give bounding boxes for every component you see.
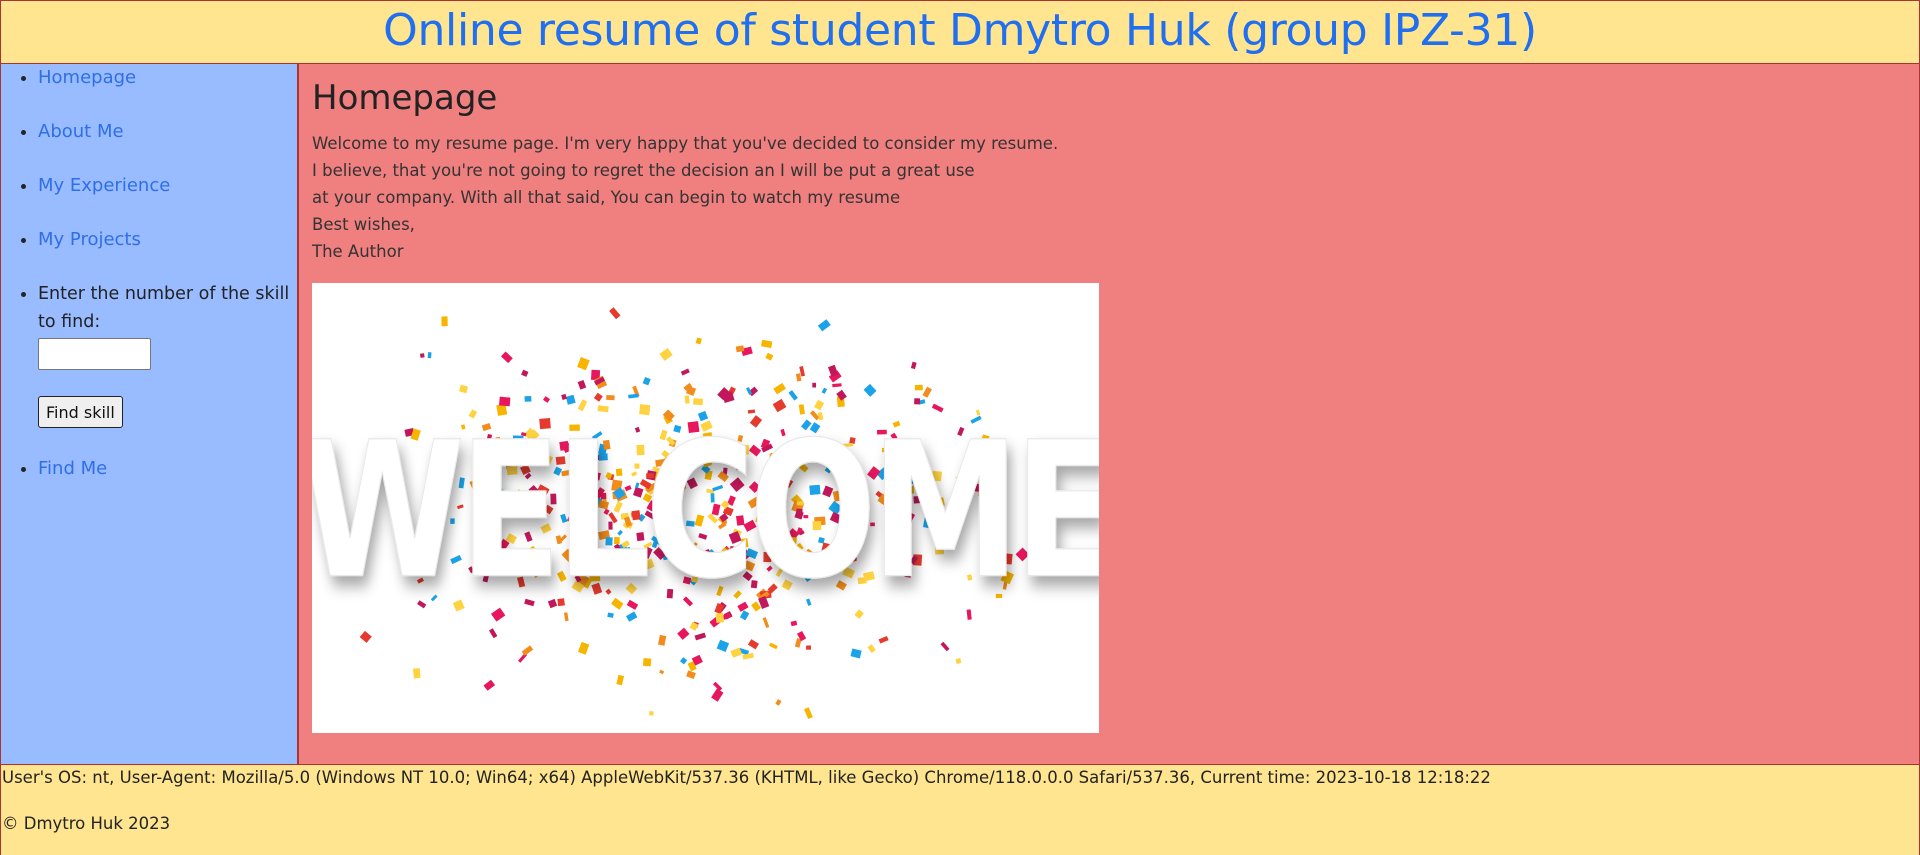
confetti-piece <box>940 641 950 652</box>
confetti-piece <box>821 387 828 394</box>
confetti-piece <box>760 339 773 349</box>
confetti-piece <box>804 707 813 720</box>
sidebar-item-homepage: Homepage <box>38 64 297 91</box>
user-agent-info: User's OS: nt, User-Agent: Mozilla/5.0 (… <box>2 768 1491 787</box>
confetti-piece <box>524 395 532 402</box>
confetti-piece <box>413 668 421 679</box>
sidebar-nav: Homepage About Me My Experience My Proje… <box>1 64 297 482</box>
confetti-piece <box>642 376 651 386</box>
confetti-piece <box>922 386 932 398</box>
confetti-piece <box>642 658 652 667</box>
confetti-piece <box>659 669 665 675</box>
confetti-piece <box>648 711 654 716</box>
page-header: Online resume of student Dmytro Huk (gro… <box>0 0 1920 64</box>
sidebar-item-my-projects: My Projects <box>38 226 297 253</box>
section-heading: Homepage <box>312 78 498 118</box>
confetti-piece <box>716 639 730 653</box>
find-skill-button[interactable]: Find skill <box>38 396 123 428</box>
confetti-piece <box>659 347 673 361</box>
confetti-piece <box>747 639 759 650</box>
about-me-link[interactable]: About Me <box>38 121 124 142</box>
confetti-piece <box>769 642 778 650</box>
confetti-piece <box>521 369 529 377</box>
confetti-piece <box>695 337 702 345</box>
confetti-piece <box>577 357 590 371</box>
welcome-confetti-image: WELCOME <box>312 283 1099 733</box>
confetti-piece <box>483 679 496 691</box>
sidebar-item-about-me: About Me <box>38 118 297 145</box>
welcome-line-5: The Author <box>312 242 404 261</box>
confetti-piece <box>790 620 798 627</box>
confetti-piece <box>680 368 690 376</box>
page-footer: User's OS: nt, User-Agent: Mozilla/5.0 (… <box>0 764 1920 855</box>
confetti-piece <box>606 395 615 401</box>
sidebar: Homepage About Me My Experience My Proje… <box>0 64 299 764</box>
confetti-piece <box>773 382 786 395</box>
confetti-piece <box>628 393 639 399</box>
skill-search-label: Enter the number of the skill to find: <box>38 284 290 332</box>
welcome-line-4: Best wishes, <box>312 215 415 234</box>
confetti-piece <box>878 636 889 644</box>
confetti-piece <box>711 688 724 702</box>
confetti-piece <box>765 352 774 361</box>
confetti-piece <box>521 645 534 656</box>
sidebar-item-find-me: Find Me <box>38 455 297 482</box>
welcome-line-3: at your company. With all that said, You… <box>312 188 901 207</box>
welcome-line-2: I believe, that you're not going to regr… <box>312 161 975 180</box>
confetti-piece <box>775 699 782 706</box>
confetti-piece <box>561 393 567 401</box>
confetti-piece <box>832 383 842 388</box>
confetti-piece <box>910 361 917 370</box>
confetti-piece <box>680 657 688 665</box>
confetti-piece <box>441 316 448 327</box>
confetti-piece <box>795 373 802 382</box>
confetti-piece <box>806 645 812 650</box>
confetti-piece <box>577 641 590 655</box>
confetti-piece <box>500 351 513 364</box>
sidebar-item-my-experience: My Experience <box>38 172 297 199</box>
confetti-piece <box>609 307 621 320</box>
main-content: Homepage Welcome to my resume page. I'm … <box>299 64 1920 764</box>
my-projects-link[interactable]: My Projects <box>38 229 141 250</box>
confetti-piece <box>686 670 696 680</box>
confetti-piece <box>359 630 372 643</box>
confetti-piece <box>867 644 876 654</box>
confetti-piece <box>677 627 690 640</box>
confetti-piece <box>812 382 816 388</box>
welcome-text: WELCOME <box>312 402 1099 621</box>
sidebar-item-skill-search: Enter the number of the skill to find: F… <box>38 280 297 428</box>
confetti-piece <box>694 632 707 641</box>
confetti-piece <box>459 384 468 394</box>
my-experience-link[interactable]: My Experience <box>38 175 170 196</box>
confetti-piece <box>577 379 587 390</box>
confetti-piece <box>593 392 603 402</box>
homepage-link[interactable]: Homepage <box>38 67 136 88</box>
confetti-piece <box>427 352 432 359</box>
skill-number-input[interactable] <box>38 338 151 370</box>
confetti-piece <box>914 384 923 391</box>
confetti-piece <box>955 657 962 664</box>
find-me-link[interactable]: Find Me <box>38 458 107 479</box>
confetti-piece <box>419 353 425 358</box>
page-title: Online resume of student Dmytro Huk (gro… <box>383 5 1537 56</box>
confetti-piece <box>488 628 498 639</box>
confetti-piece <box>863 383 877 397</box>
confetti-graphic: WELCOME <box>312 307 1099 720</box>
confetti-piece <box>788 390 798 401</box>
confetti-piece <box>658 634 667 646</box>
confetti-piece <box>817 319 831 332</box>
copyright: © Dmytro Huk 2023 <box>2 814 171 833</box>
confetti-piece <box>616 674 625 686</box>
welcome-line-1: Welcome to my resume page. I'm very happ… <box>312 134 1059 153</box>
confetti-piece <box>850 648 862 659</box>
